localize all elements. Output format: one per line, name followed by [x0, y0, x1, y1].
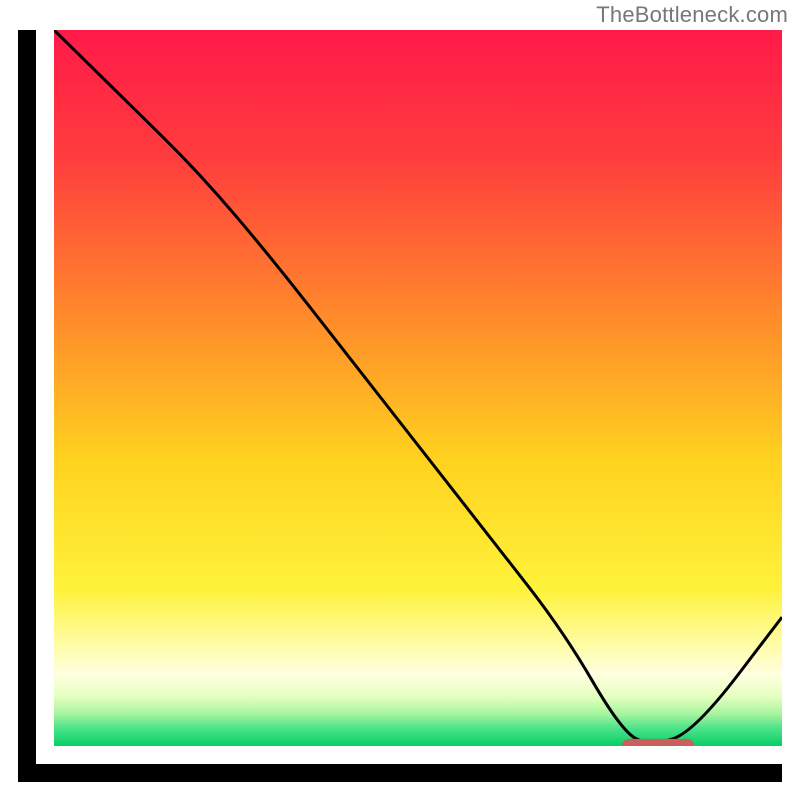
chart-container: TheBottleneck.com: [0, 0, 800, 800]
bottleneck-curve: [54, 30, 782, 742]
attribution-text: TheBottleneck.com: [596, 2, 788, 28]
axes-frame: [18, 30, 782, 782]
plot-area: [54, 30, 782, 746]
curve-layer: [54, 30, 782, 746]
optimal-marker: [622, 739, 695, 746]
